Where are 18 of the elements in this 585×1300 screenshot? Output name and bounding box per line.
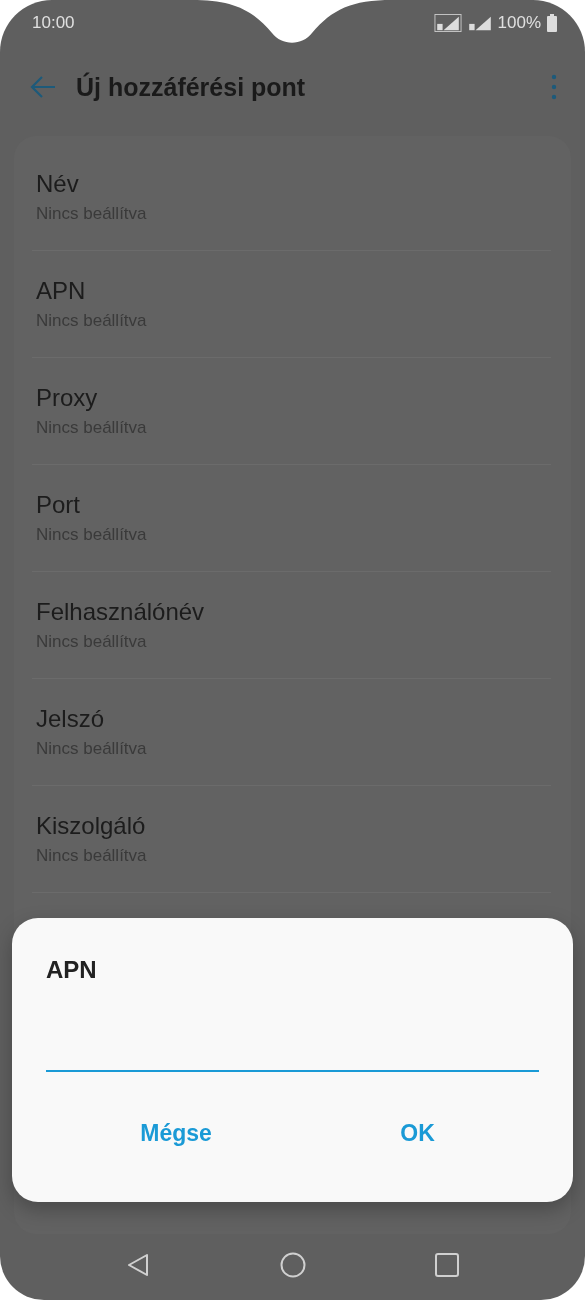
setting-title: Port	[36, 491, 81, 519]
status-time: 10:00	[32, 13, 75, 33]
setting-title: Proxy	[36, 384, 99, 412]
dialog-button[interactable]: OK	[384, 1112, 451, 1155]
setting-title: Kiszolgáló	[36, 812, 147, 840]
setting-title: Jelszó	[36, 705, 106, 733]
battery-icon	[547, 14, 557, 32]
dialog-title: APN	[46, 956, 98, 984]
setting-title: Név	[36, 170, 80, 198]
home-nav-icon[interactable]	[279, 1252, 306, 1278]
dialog-button[interactable]: Mégse	[124, 1112, 228, 1155]
back-nav-icon[interactable]	[125, 1252, 151, 1278]
setting-title: Felhasználónév	[36, 598, 206, 626]
page-title: Új hozzáférési pont	[76, 72, 307, 102]
setting-title: APN	[36, 277, 87, 305]
sim-signal-icon	[433, 14, 462, 32]
battery-percent: 100%	[497, 13, 541, 33]
recents-nav-icon[interactable]	[434, 1252, 460, 1278]
